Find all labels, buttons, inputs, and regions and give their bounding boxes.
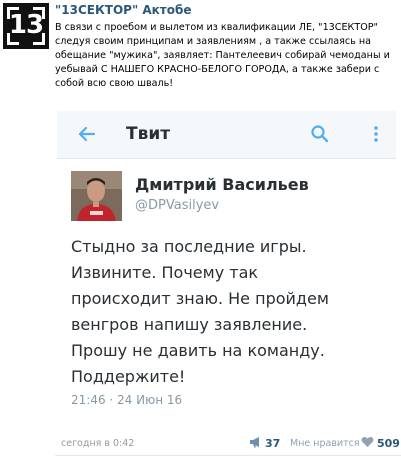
heart-icon (361, 436, 374, 451)
post-divider (55, 455, 401, 456)
search-icon[interactable] (310, 124, 330, 148)
megaphone-icon (249, 436, 262, 451)
logo-text: 13 (8, 10, 44, 40)
more-vertical-icon[interactable] (366, 124, 386, 148)
tweet-topbar: Твит (57, 111, 396, 159)
author-handle[interactable]: @DPVasilyev (135, 198, 219, 213)
like-button[interactable]: 509 (361, 436, 400, 451)
avatar[interactable] (71, 171, 122, 221)
tweet-timestamp: 21:46 · 24 Июн 16 (71, 393, 183, 407)
post-text: В связи с проебом и вылетом из квалифика… (55, 22, 390, 89)
tweet-body: Дмитрий Васильев @DPVasilyev Стыдно за п… (57, 159, 396, 425)
like-count: 509 (377, 437, 400, 450)
tweet-screenshot: Твит Дмитрий Васильев @DPVasilyev Стыдно… (57, 111, 396, 425)
author-name[interactable]: Дмитрий Васильев (135, 175, 309, 194)
repost-button[interactable]: 37 (249, 436, 280, 451)
tweet-screen-title: Твит (126, 124, 171, 144)
repost-count: 37 (265, 437, 281, 450)
arrow-left-icon[interactable] (77, 124, 97, 148)
group-name-link[interactable]: "13СЕКТОР" Актобе (55, 3, 192, 17)
post-timestamp[interactable]: сегодня в 0:42 (61, 438, 134, 449)
tweet-text: Стыдно за последние игры. Извините. Поче… (71, 237, 329, 386)
like-label[interactable]: Мне нравится (290, 438, 360, 449)
group-logo[interactable]: 13 (3, 3, 49, 49)
